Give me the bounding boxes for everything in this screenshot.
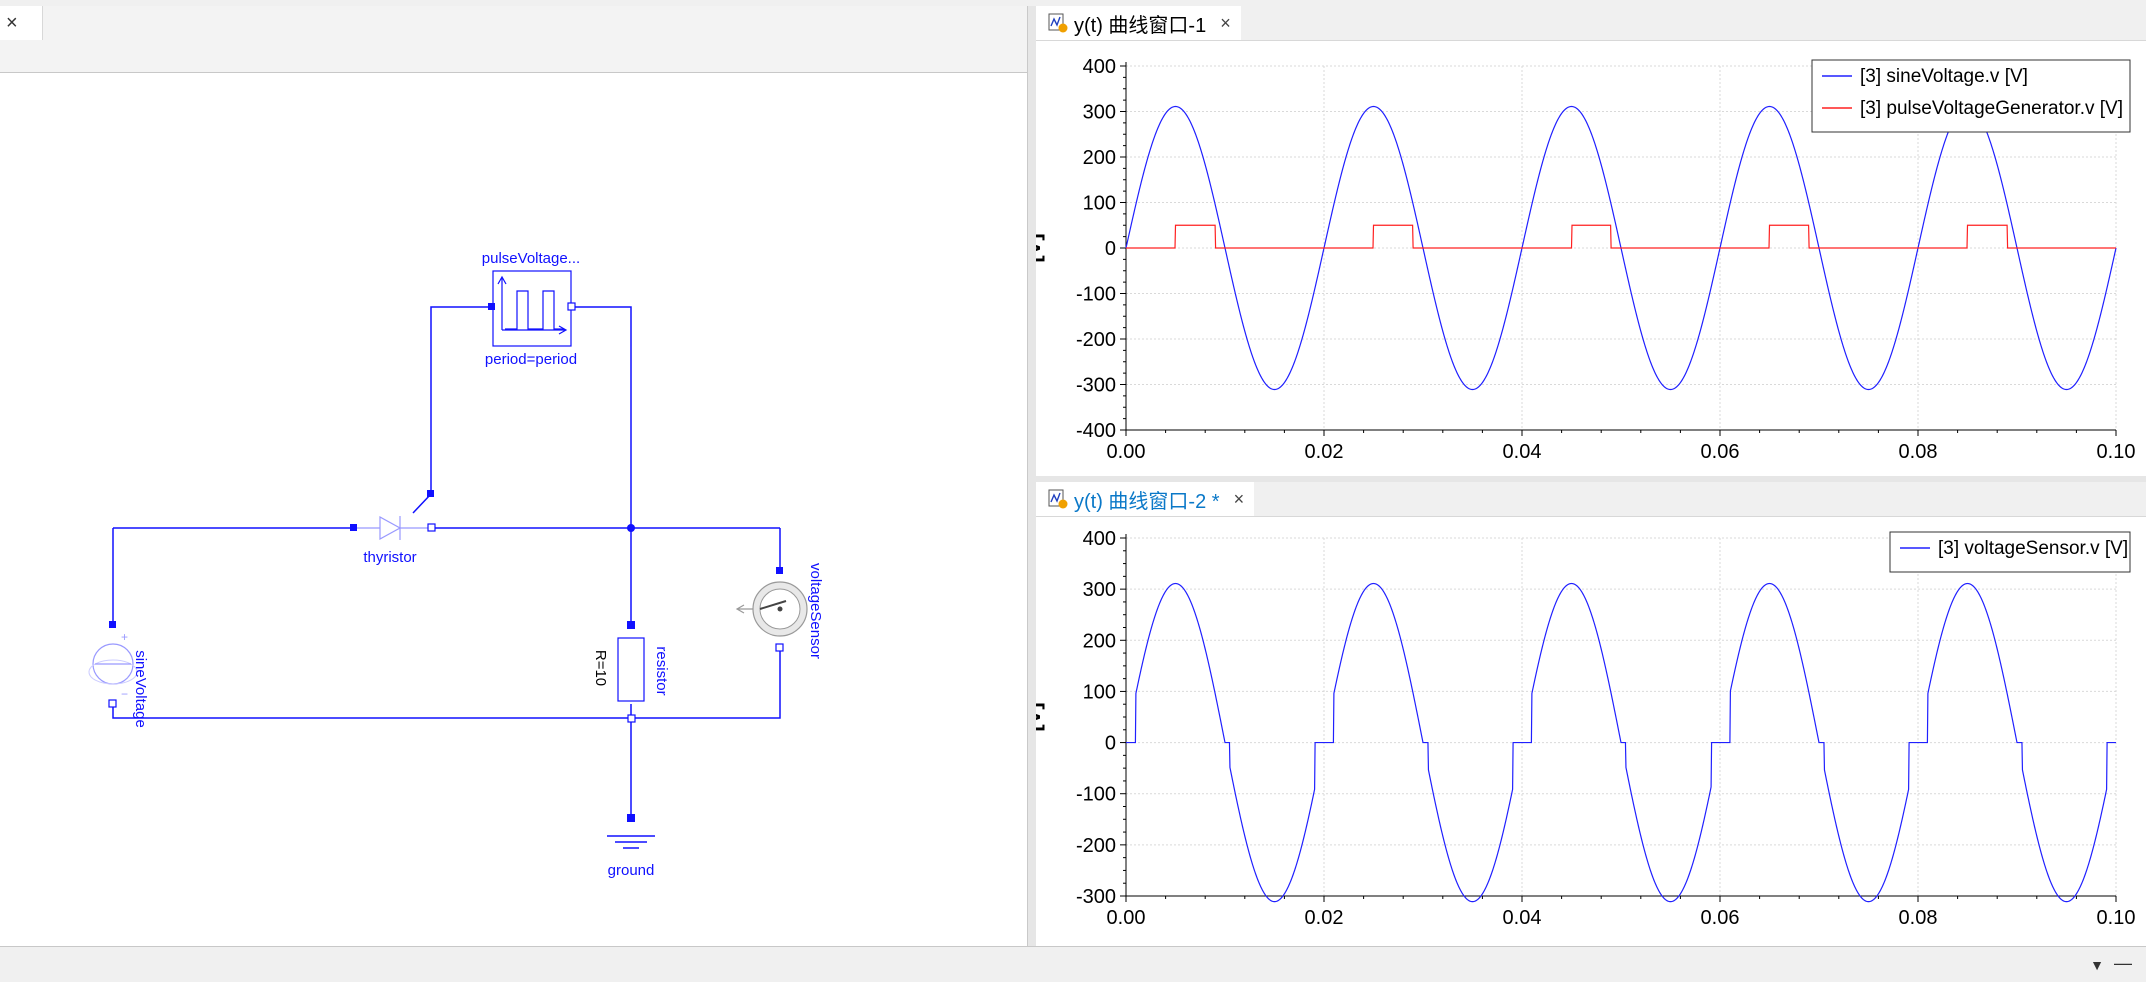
- y-axis-label: [V]: [1036, 233, 1045, 262]
- x-tick-label: 0.04: [1503, 441, 1542, 463]
- legend: [3] voltageSensor.v [V]: [1889, 531, 2131, 573]
- diagram-tabbar: ×: [0, 6, 1027, 40]
- resistor-value: R=10: [592, 650, 609, 686]
- y-tick-label: 0: [1105, 238, 1116, 260]
- plot2-tab-title: y(t) 曲线窗口-2 *: [1074, 490, 1220, 513]
- y-tick-label: -400: [1076, 420, 1116, 442]
- grid: [1125, 537, 2117, 897]
- ground-label: ground: [608, 862, 655, 879]
- legend-label: [3] pulseVoltageGenerator.v [V]: [1860, 98, 2123, 119]
- x-tick-label: 0.10: [2097, 907, 2136, 929]
- series-line-1: [1126, 224, 2116, 249]
- y-tick-label: 400: [1083, 528, 1116, 550]
- ground-component[interactable]: ground: [607, 814, 655, 879]
- plot-window-2: y(t) 曲线窗口-2 * × 400 300 200 100 0 -100 -200 -30…: [1036, 482, 2146, 946]
- plot1-tab-title: y(t) 曲线窗口-1: [1074, 14, 1207, 37]
- wire-pulse-gate: [430, 306, 491, 494]
- plot-icon: [1048, 13, 1068, 33]
- plot1-chart[interactable]: 400 300 200 100 0 -100 -200 -300 -4000.00 0.02 0.0…: [1036, 40, 2146, 476]
- y-tick-label: 300: [1083, 579, 1116, 601]
- voltage-sensor-component[interactable]: voltageSensor: [735, 563, 824, 659]
- y-tick-label: -300: [1076, 886, 1116, 908]
- resistor-label: resistor: [653, 646, 670, 695]
- thyristor-label: thyristor: [363, 549, 416, 566]
- y-tick-label: -200: [1076, 329, 1116, 351]
- x-tick-label: 0.02: [1305, 441, 1344, 463]
- junction-dot: [627, 524, 635, 532]
- diagram-tab[interactable]: ×: [0, 6, 43, 40]
- close-icon[interactable]: ×: [6, 12, 18, 35]
- sine-voltage-component[interactable]: + − sineVoltage: [88, 621, 149, 728]
- y-tick-label: -100: [1076, 284, 1116, 306]
- plot-window-1: y(t) 曲线窗口-1 × 400 300 200 100 0 -100 -200 -300 -…: [1036, 6, 2146, 476]
- x-tick-label: 0.10: [2097, 441, 2136, 463]
- y-tick-label: -200: [1076, 835, 1116, 857]
- x-tick-label: 0.06: [1701, 441, 1740, 463]
- minimize-icon[interactable]: —: [2114, 953, 2132, 974]
- plot1-tab[interactable]: y(t) 曲线窗口-1 ×: [1036, 6, 1241, 40]
- y-tick-label: 0: [1105, 733, 1116, 755]
- wire-bottom-rail: [112, 648, 781, 719]
- diagram-toolbar: [0, 40, 1027, 73]
- y-axis-label: [V]: [1036, 702, 1045, 731]
- y-tick-label: 100: [1083, 193, 1116, 215]
- status-bar: ▼ —: [0, 946, 2146, 982]
- close-icon[interactable]: ×: [1234, 489, 1245, 510]
- x-tick-label: 0.08: [1899, 907, 1938, 929]
- sensor-label: voltageSensor: [807, 563, 824, 659]
- y-tick-label: 400: [1083, 56, 1116, 78]
- x-tick-label: 0.08: [1899, 441, 1938, 463]
- diagram-pane: × pulseVoltage... period=period thyristo…: [0, 6, 1027, 946]
- wire-pulse-out: [571, 306, 632, 528]
- x-tick-label: 0.06: [1701, 907, 1740, 929]
- x-tick-label: 0.00: [1107, 907, 1146, 929]
- close-icon[interactable]: ×: [1220, 13, 1231, 34]
- x-tick-label: 0.02: [1305, 907, 1344, 929]
- plot2-tabbar: y(t) 曲线窗口-2 * ×: [1036, 482, 2146, 517]
- circuit-diagram[interactable]: pulseVoltage... period=period thyristor …: [0, 72, 1027, 946]
- pulse-label: pulseVoltage...: [482, 250, 580, 267]
- y-tick-label: -300: [1076, 375, 1116, 397]
- period-label: period=period: [485, 351, 577, 368]
- thyristor-component[interactable]: thyristor: [350, 490, 436, 566]
- plot2-tab[interactable]: y(t) 曲线窗口-2 * ×: [1036, 482, 1255, 516]
- wires: [112, 306, 781, 818]
- legend-label: [3] voltageSensor.v [V]: [1938, 538, 2128, 559]
- x-tick-label: 0.00: [1107, 441, 1146, 463]
- y-tick-label: 100: [1083, 681, 1116, 703]
- legend: [3] sineVoltage.v [V] [3] pulseVoltageGen…: [1811, 59, 2131, 133]
- y-tick-label: 300: [1083, 102, 1116, 124]
- svg-text:−: −: [121, 687, 128, 701]
- pulse-voltage-component[interactable]: pulseVoltage... period=period: [482, 250, 580, 368]
- y-tick-label: -100: [1076, 784, 1116, 806]
- sine-label: sineVoltage: [132, 650, 149, 728]
- plot-icon: [1048, 489, 1068, 509]
- plot1-tabbar: y(t) 曲线窗口-1 ×: [1036, 6, 2146, 41]
- y-tick-label: 200: [1083, 147, 1116, 169]
- svg-text:+: +: [121, 630, 128, 644]
- legend-label: [3] sineVoltage.v [V]: [1860, 66, 2028, 87]
- chevron-down-icon[interactable]: ▼: [2090, 957, 2104, 973]
- y-tick-label: 200: [1083, 630, 1116, 652]
- x-tick-label: 0.04: [1503, 907, 1542, 929]
- plot2-chart[interactable]: 400 300 200 100 0 -100 -200 -3000.00 0.02 0.04 0.0…: [1036, 516, 2146, 946]
